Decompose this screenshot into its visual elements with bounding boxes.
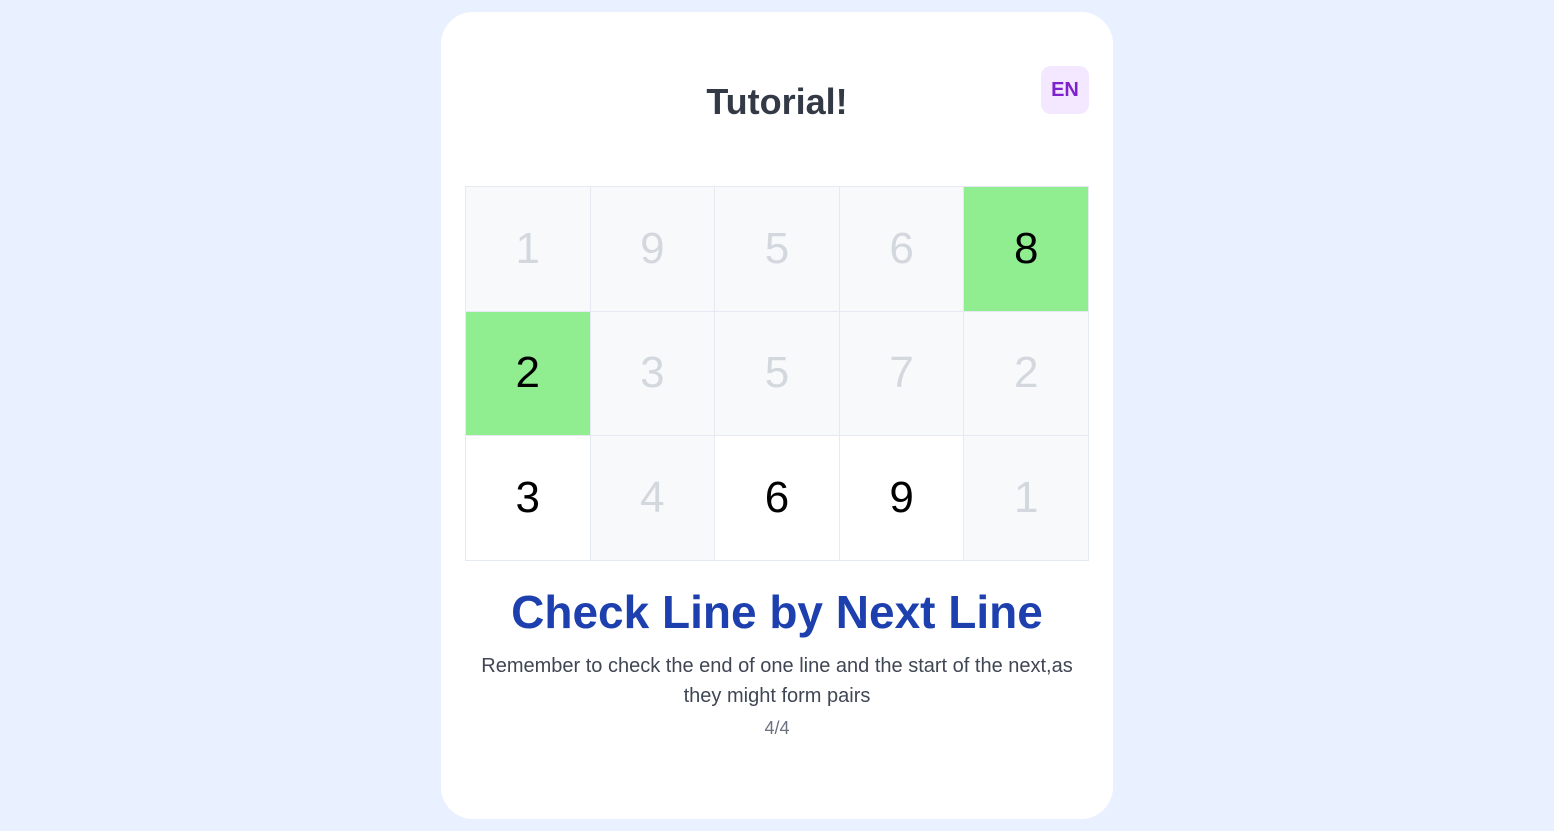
- tutorial-heading: Check Line by Next Line: [511, 586, 1043, 638]
- language-button[interactable]: EN: [1041, 66, 1089, 114]
- grid-cell-r1-c3[interactable]: 5: [715, 187, 840, 312]
- grid-cell-r1-c5[interactable]: 8: [964, 187, 1089, 312]
- grid-cell-r3-c2[interactable]: 4: [590, 436, 716, 561]
- number-grid: 1 9 5 6 8 2 3 5 7 2 3 4 6 9 1: [465, 186, 1089, 561]
- grid-cell-r1-c4[interactable]: 6: [839, 187, 965, 312]
- grid-cell-r2-c4[interactable]: 7: [839, 311, 965, 437]
- grid-cell-r3-c5[interactable]: 1: [964, 436, 1089, 561]
- tutorial-description: Remember to check the end of one line an…: [481, 655, 1073, 707]
- tutorial-card: Tutorial! EN 1 9 5 6 8 2 3 5 7 2 3 4 6 9…: [441, 12, 1113, 819]
- grid-cell-r3-c3[interactable]: 6: [715, 436, 840, 561]
- grid-cell-r1-c1[interactable]: 1: [466, 187, 591, 312]
- grid-cell-r2-c2[interactable]: 3: [590, 311, 716, 437]
- grid-cell-r2-c1[interactable]: 2: [466, 311, 591, 437]
- grid-cell-r2-c5[interactable]: 2: [964, 311, 1089, 437]
- tutorial-progress: 4/4: [764, 718, 790, 738]
- grid-cell-r3-c1[interactable]: 3: [466, 436, 591, 561]
- page-title: Tutorial!: [706, 81, 848, 122]
- grid-cell-r2-c3[interactable]: 5: [715, 311, 840, 437]
- grid-cell-r1-c2[interactable]: 9: [590, 187, 716, 312]
- grid-cell-r3-c4[interactable]: 9: [839, 436, 965, 561]
